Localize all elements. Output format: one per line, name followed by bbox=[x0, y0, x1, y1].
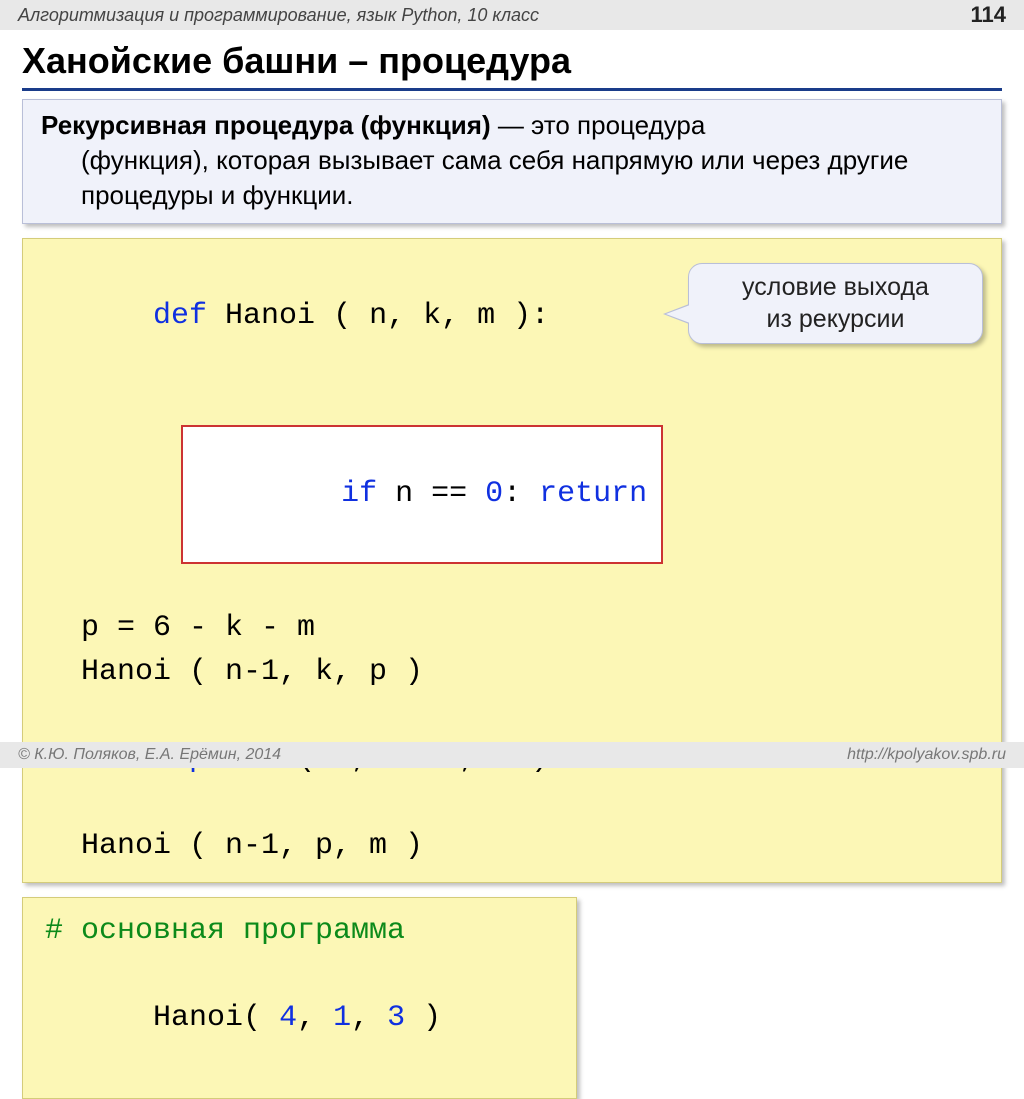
slide-footer: © К.Ю. Поляков, Е.А. Ерёмин, 2014 http:/… bbox=[0, 742, 1024, 768]
sep-2: , bbox=[351, 1001, 387, 1035]
callout-line-2: из рекурсии bbox=[767, 305, 905, 333]
code-line-4: Hanoi ( n-1, k, p ) bbox=[45, 651, 979, 695]
code-block-main: def Hanoi ( n, k, m ): if n == 0: return… bbox=[22, 238, 1002, 883]
kw-def: def bbox=[153, 299, 207, 333]
arg-2: 1 bbox=[333, 1001, 351, 1035]
call-open: ( bbox=[243, 1001, 279, 1035]
arg-3: 3 bbox=[387, 1001, 405, 1035]
code-line-3: p = 6 - k - m bbox=[45, 607, 979, 651]
call-close: ) bbox=[405, 1001, 441, 1035]
slide-title: Ханойские башни – процедура bbox=[22, 40, 1002, 91]
callout-exit-condition: условие выхода из рекурсии bbox=[688, 263, 983, 344]
code-block-call: # основная программа Hanoi( 4, 1, 3 ) bbox=[22, 897, 577, 1099]
definition-box: Рекурсивная процедура (функция) — это пр… bbox=[22, 99, 1002, 224]
comment-main: # основная программа bbox=[45, 914, 405, 948]
kw-return: return bbox=[539, 477, 647, 511]
slide-header: Алгоритмизация и программирование, язык … bbox=[0, 0, 1024, 30]
arg-1: 4 bbox=[279, 1001, 297, 1035]
sep-1: , bbox=[297, 1001, 333, 1035]
num-zero: 0 bbox=[485, 477, 503, 511]
exit-condition-box: if n == 0: return bbox=[181, 425, 663, 564]
cond-mid: n == bbox=[377, 477, 485, 511]
slide-content: Ханойские башни – процедура Рекурсивная … bbox=[0, 30, 1024, 1099]
call-name: Hanoi bbox=[153, 1001, 243, 1035]
definition-text-2: (функция), которая вызывает сама себя на… bbox=[41, 143, 983, 213]
definition-text-1: — это процедура bbox=[491, 110, 706, 140]
code-line-6: Hanoi ( n-1, p, m ) bbox=[45, 825, 979, 869]
footer-url: http://kpolyakov.spb.ru bbox=[847, 742, 1006, 768]
subject-line: Алгоритмизация и программирование, язык … bbox=[18, 0, 539, 30]
page-number: 114 bbox=[971, 0, 1007, 30]
kw-if: if bbox=[341, 477, 377, 511]
cond-colon: : bbox=[503, 477, 539, 511]
definition-term: Рекурсивная процедура (функция) bbox=[41, 110, 491, 140]
footer-copyright: © К.Ю. Поляков, Е.А. Ерёмин, 2014 bbox=[18, 742, 281, 768]
callout-line-1: условие выхода bbox=[742, 273, 929, 301]
fn-sig: Hanoi ( n, k, m ): bbox=[207, 299, 549, 333]
